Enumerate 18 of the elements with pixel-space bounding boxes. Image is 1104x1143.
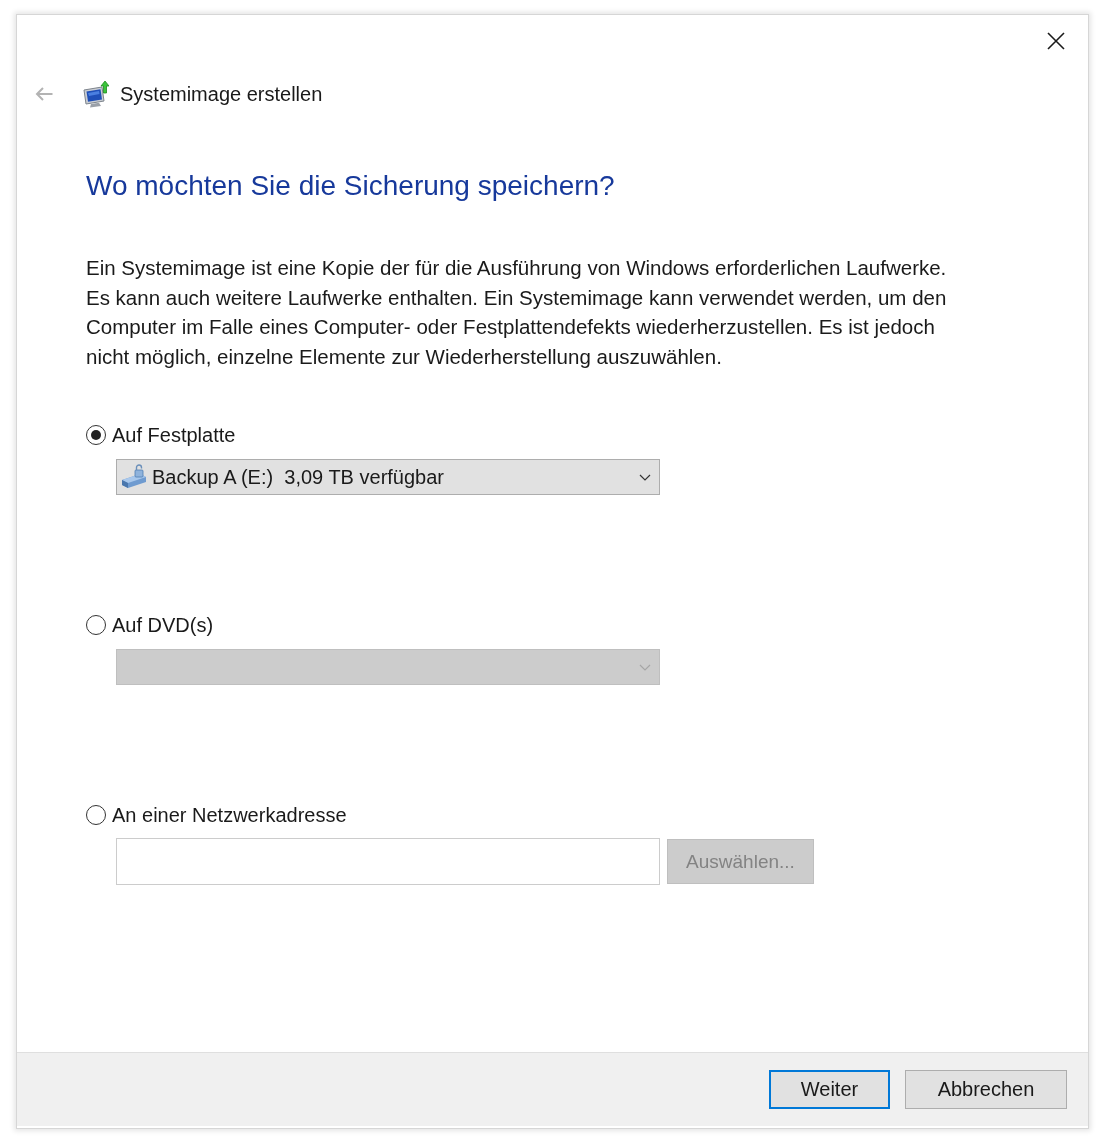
page-heading: Wo möchten Sie die Sicherung speichern? <box>86 169 615 203</box>
description-text: Ein Systemimage ist eine Kopie der für die Ausführung von Windows erforderlichen Laufwerke. Es kann auch weitere Laufwerke enthalten. Ein Systemimage kann verwendet werden, um den Computer im Falle eines Computer- oder Festplattendefekts wiederherzustellen. Es ist jedoch nicht möglich, einzelne Elemente zur Wiederherstellung auszuwählen. <box>86 255 948 370</box>
monitor-arrow-icon <box>83 80 109 108</box>
chevron-down-icon <box>639 663 651 671</box>
dialog-button[interactable]: Abbrechen <box>905 1070 1067 1109</box>
drive-icon <box>120 464 148 490</box>
dialog-button[interactable]: Weiter <box>769 1070 890 1109</box>
dropdown[interactable]: Backup A (E:) 3,09 TB verfügbar <box>116 459 660 495</box>
radio-button[interactable] <box>86 805 106 825</box>
arrow-left-icon <box>35 87 53 101</box>
close-icon <box>1047 32 1065 50</box>
close-button[interactable] <box>1047 32 1065 50</box>
window-title: Systemimage erstellen <box>120 82 323 107</box>
radio-button[interactable] <box>86 425 106 445</box>
chevron-down-icon <box>639 473 651 481</box>
path-field[interactable] <box>116 838 660 885</box>
radio-label[interactable]: Auf Festplatte <box>112 422 236 448</box>
radio-label[interactable]: An einer Netzwerkadresse <box>112 802 347 828</box>
